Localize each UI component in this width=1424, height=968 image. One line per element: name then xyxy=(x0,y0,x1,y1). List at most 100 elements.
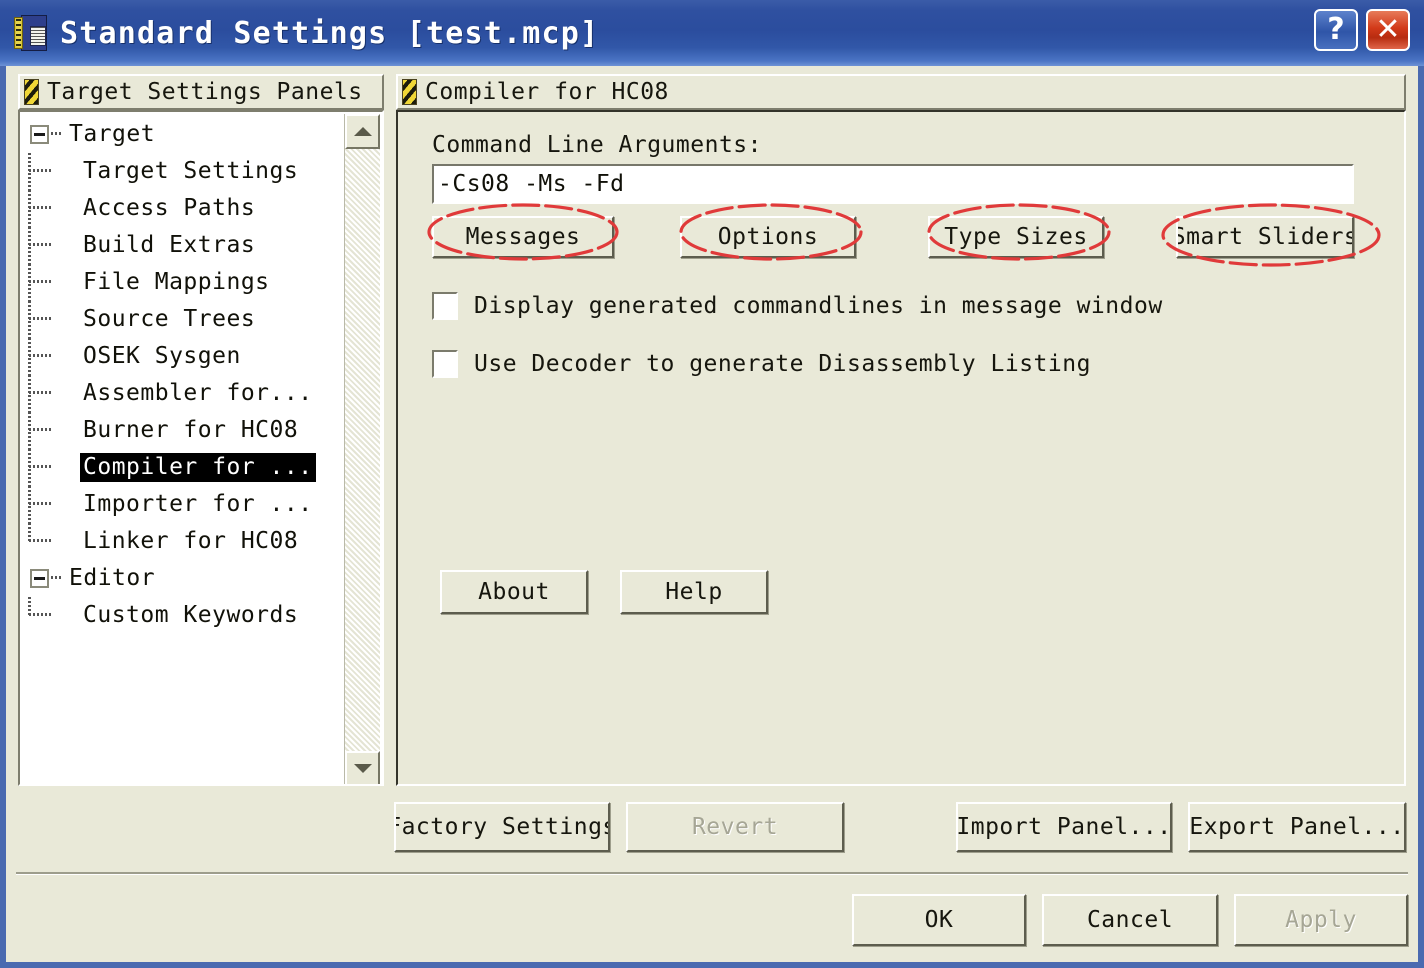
tree-item-file-mappings[interactable]: File Mappings xyxy=(20,264,346,301)
tree-connector-branch xyxy=(29,428,51,431)
tree-item-label: Access Paths xyxy=(83,195,256,221)
settings-document-icon xyxy=(14,15,48,51)
tree-glyph xyxy=(20,190,66,227)
tree-item-osek-sysgen[interactable]: OSEK Sysgen xyxy=(20,338,346,375)
type-sizes-button[interactable]: Type Sizes xyxy=(928,216,1104,258)
tree-glyph xyxy=(20,412,66,449)
scroll-down-arrow-icon[interactable] xyxy=(345,751,380,784)
tree-item-label: Target xyxy=(69,121,156,147)
tree-connector xyxy=(51,576,63,579)
tree-item-importer-for[interactable]: Importer for ... xyxy=(20,486,346,523)
tree-item-assembler-for[interactable]: Assembler for... xyxy=(20,375,346,412)
tree-glyph xyxy=(20,227,66,264)
tree-connector-branch xyxy=(29,465,51,468)
tree-connector-branch xyxy=(29,354,51,357)
scroll-up-arrow-icon[interactable] xyxy=(345,114,380,149)
tree-item-label: Build Extras xyxy=(83,232,256,258)
tree-item-label: Assembler for... xyxy=(83,380,313,406)
tree-connector-branch xyxy=(29,502,51,505)
settings-panel-content: Command Line Arguments: Messages Options… xyxy=(396,110,1406,786)
tree-item-linker-for-hc08[interactable]: Linker for HC08 xyxy=(20,523,346,560)
use-decoder-label: Use Decoder to generate Disassembly List… xyxy=(474,351,1091,377)
tree-item-target[interactable]: Target xyxy=(20,116,346,153)
tree-connector-branch xyxy=(29,613,51,616)
help-button[interactable]: Help xyxy=(620,570,768,614)
dialog-body: Target Settings Panels Target Target Sett… xyxy=(6,66,1418,962)
display-commandlines-label: Display generated commandlines in messag… xyxy=(474,293,1163,319)
tree-item-source-trees[interactable]: Source Trees xyxy=(20,301,346,338)
tree-item-editor[interactable]: Editor xyxy=(20,560,346,597)
factory-settings-button[interactable]: Factory Settings xyxy=(394,802,610,852)
about-button[interactable]: About xyxy=(440,570,588,614)
tree-item-label: Editor xyxy=(69,565,156,591)
tree-glyph xyxy=(20,116,66,153)
tree-scrollbar[interactable] xyxy=(344,114,380,784)
settings-tree-list: Target Target Settings Access Paths Build E… xyxy=(20,114,346,634)
command-line-input[interactable] xyxy=(432,164,1354,204)
title-bar: Standard Settings [test.mcp] ? ✕ xyxy=(0,0,1424,66)
hazard-stripe-icon xyxy=(402,79,417,105)
tree-connector-branch xyxy=(29,280,51,283)
tree-glyph xyxy=(20,264,66,301)
tree-item-label: Custom Keywords xyxy=(83,602,299,628)
tree-connector-branch xyxy=(29,206,51,209)
tree-glyph xyxy=(20,523,66,560)
tree-connector-branch xyxy=(29,391,51,394)
tree-item-label: File Mappings xyxy=(83,269,270,295)
tree-glyph xyxy=(20,560,66,597)
tree-glyph xyxy=(20,301,66,338)
collapse-minus-icon[interactable] xyxy=(30,125,49,144)
compiler-settings-panel: Compiler for HC08 Command Line Arguments… xyxy=(396,74,1406,786)
tree-connector-branch xyxy=(29,317,51,320)
tree-item-label: Source Trees xyxy=(83,306,256,332)
use-decoder-checkbox[interactable] xyxy=(432,350,458,378)
settings-tree[interactable]: Target Target Settings Access Paths Build E… xyxy=(18,110,384,786)
target-settings-panels: Target Settings Panels Target Target Sett… xyxy=(18,74,384,786)
tree-item-burner-for-hc08[interactable]: Burner for HC08 xyxy=(20,412,346,449)
tree-glyph xyxy=(20,486,66,523)
revert-button: Revert xyxy=(626,802,844,852)
tree-glyph xyxy=(20,375,66,412)
tree-item-label: Burner for HC08 xyxy=(83,417,299,443)
collapse-minus-icon[interactable] xyxy=(30,569,49,588)
tree-panel-header: Target Settings Panels xyxy=(18,74,384,110)
tree-item-compiler-for[interactable]: Compiler for ... xyxy=(20,449,346,486)
command-line-label: Command Line Arguments: xyxy=(432,132,762,158)
tree-glyph xyxy=(20,449,66,486)
use-decoder-checkbox-row[interactable]: Use Decoder to generate Disassembly List… xyxy=(432,350,1091,378)
import-panel-button[interactable]: Import Panel... xyxy=(956,802,1172,852)
tree-item-build-extras[interactable]: Build Extras xyxy=(20,227,346,264)
display-commandlines-checkbox-row[interactable]: Display generated commandlines in messag… xyxy=(432,292,1163,320)
close-icon-button[interactable]: ✕ xyxy=(1366,9,1410,51)
tree-item-access-paths[interactable]: Access Paths xyxy=(20,190,346,227)
tree-connector xyxy=(51,132,63,135)
tree-connector-branch xyxy=(29,539,51,542)
tree-item-target-settings[interactable]: Target Settings xyxy=(20,153,346,190)
settings-dialog-window: Standard Settings [test.mcp] ? ✕ Target … xyxy=(0,0,1424,968)
tree-glyph xyxy=(20,153,66,190)
tree-item-label: Target Settings xyxy=(83,158,299,184)
tree-item-label: OSEK Sysgen xyxy=(83,343,241,369)
tree-panel-header-label: Target Settings Panels xyxy=(47,79,363,105)
tree-item-label: Importer for ... xyxy=(83,491,313,517)
apply-button: Apply xyxy=(1234,894,1408,946)
settings-panel-header: Compiler for HC08 xyxy=(396,74,1406,110)
window-title: Standard Settings [test.mcp] xyxy=(60,15,600,51)
messages-button[interactable]: Messages xyxy=(432,216,614,258)
help-icon-button[interactable]: ? xyxy=(1314,9,1358,51)
cancel-button[interactable]: Cancel xyxy=(1042,894,1218,946)
dialog-separator xyxy=(16,872,1408,875)
tree-item-label: Compiler for ... xyxy=(80,453,316,482)
tree-connector-branch xyxy=(29,243,51,246)
display-commandlines-checkbox[interactable] xyxy=(432,292,458,320)
tree-connector-branch xyxy=(29,169,51,172)
tree-glyph xyxy=(20,597,66,634)
hazard-stripe-icon xyxy=(24,79,39,105)
tree-item-custom-keywords[interactable]: Custom Keywords xyxy=(20,597,346,634)
tree-item-label: Linker for HC08 xyxy=(83,528,299,554)
export-panel-button[interactable]: Export Panel... xyxy=(1188,802,1406,852)
ok-button[interactable]: OK xyxy=(852,894,1026,946)
smart-sliders-button[interactable]: Smart Sliders xyxy=(1176,216,1354,258)
options-button[interactable]: Options xyxy=(680,216,856,258)
title-bar-buttons: ? ✕ xyxy=(1314,9,1410,51)
